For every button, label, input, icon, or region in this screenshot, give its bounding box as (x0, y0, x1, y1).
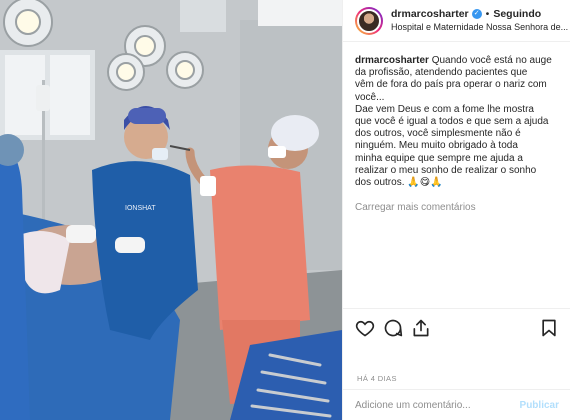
share-icon[interactable] (411, 318, 431, 338)
header-text: drmarcosharter ✓ • Seguindo Hospital e M… (391, 8, 570, 34)
caption-area: drmarcosharter Quando você está no auge … (343, 43, 570, 303)
caption-line: minha equipe que sempre me ajuda a (355, 152, 523, 164)
caption-line: vêm de fora do país pra operar o nariz c… (355, 79, 547, 91)
caption: drmarcosharter Quando você está no auge … (355, 55, 559, 189)
post-photo[interactable]: IONSHAT (0, 0, 342, 420)
caption-username-link[interactable]: drmarcosharter (355, 55, 429, 66)
publish-button[interactable]: Publicar (520, 400, 559, 411)
post-actions (343, 308, 570, 348)
comment-bar: Publicar (343, 389, 570, 420)
username-link[interactable]: drmarcosharter (391, 8, 469, 21)
caption-line: ninguém. Meu muito obrigado à toda (355, 140, 518, 152)
post-side-panel: drmarcosharter ✓ • Seguindo Hospital e M… (342, 0, 570, 420)
comment-input[interactable] (355, 399, 485, 411)
caption-line: que você é igual a todos e que sem a aju… (355, 116, 549, 128)
verified-badge-icon: ✓ (471, 9, 482, 19)
header-row: drmarcosharter ✓ • Seguindo (391, 8, 570, 21)
caption-line: você... (355, 91, 385, 103)
load-more-comments-link[interactable]: Carregar mais comentários (355, 202, 559, 214)
separator-dot: • (485, 7, 490, 20)
post-header: drmarcosharter ✓ • Seguindo Hospital e M… (343, 0, 570, 42)
caption-line: dos outros, você simplesmente não é (355, 128, 521, 140)
caption-line: dos outros. 🙏😋🙏 (355, 177, 443, 189)
caption-line: Quando você está no auge (431, 55, 552, 66)
heart-icon[interactable] (355, 318, 375, 338)
caption-line: realizar o meu sonho de realizar o sonho (355, 164, 537, 176)
location-link[interactable]: Hospital e Maternidade Nossa Senhora de.… (391, 21, 570, 34)
operating-room-photo: IONSHAT (0, 0, 342, 420)
scrub-logo-text: IONSHAT (125, 205, 156, 212)
post-timestamp[interactable]: HÁ 4 DIAS (357, 374, 397, 383)
follow-status-button[interactable]: Seguindo (493, 8, 541, 21)
bookmark-icon[interactable] (539, 318, 559, 338)
caption-line: Dae vem Deus e com a fome lhe mostra (355, 103, 534, 115)
avatar-image (357, 8, 381, 33)
caption-line: da profissão, atendendo pacientes que (355, 67, 528, 79)
comment-icon[interactable] (383, 318, 403, 338)
avatar[interactable] (355, 6, 383, 35)
